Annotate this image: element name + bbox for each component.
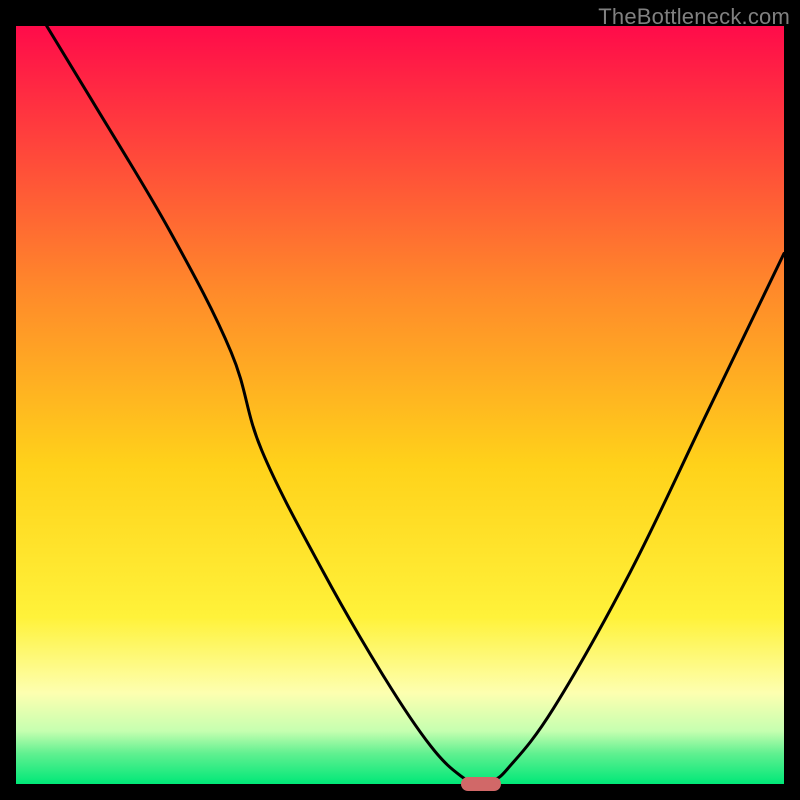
chart-svg xyxy=(16,26,784,784)
gradient-background xyxy=(16,26,784,784)
chart-area xyxy=(16,26,784,784)
chart-container: TheBottleneck.com xyxy=(0,0,800,800)
minimum-marker xyxy=(461,777,501,791)
watermark-text: TheBottleneck.com xyxy=(598,4,790,30)
